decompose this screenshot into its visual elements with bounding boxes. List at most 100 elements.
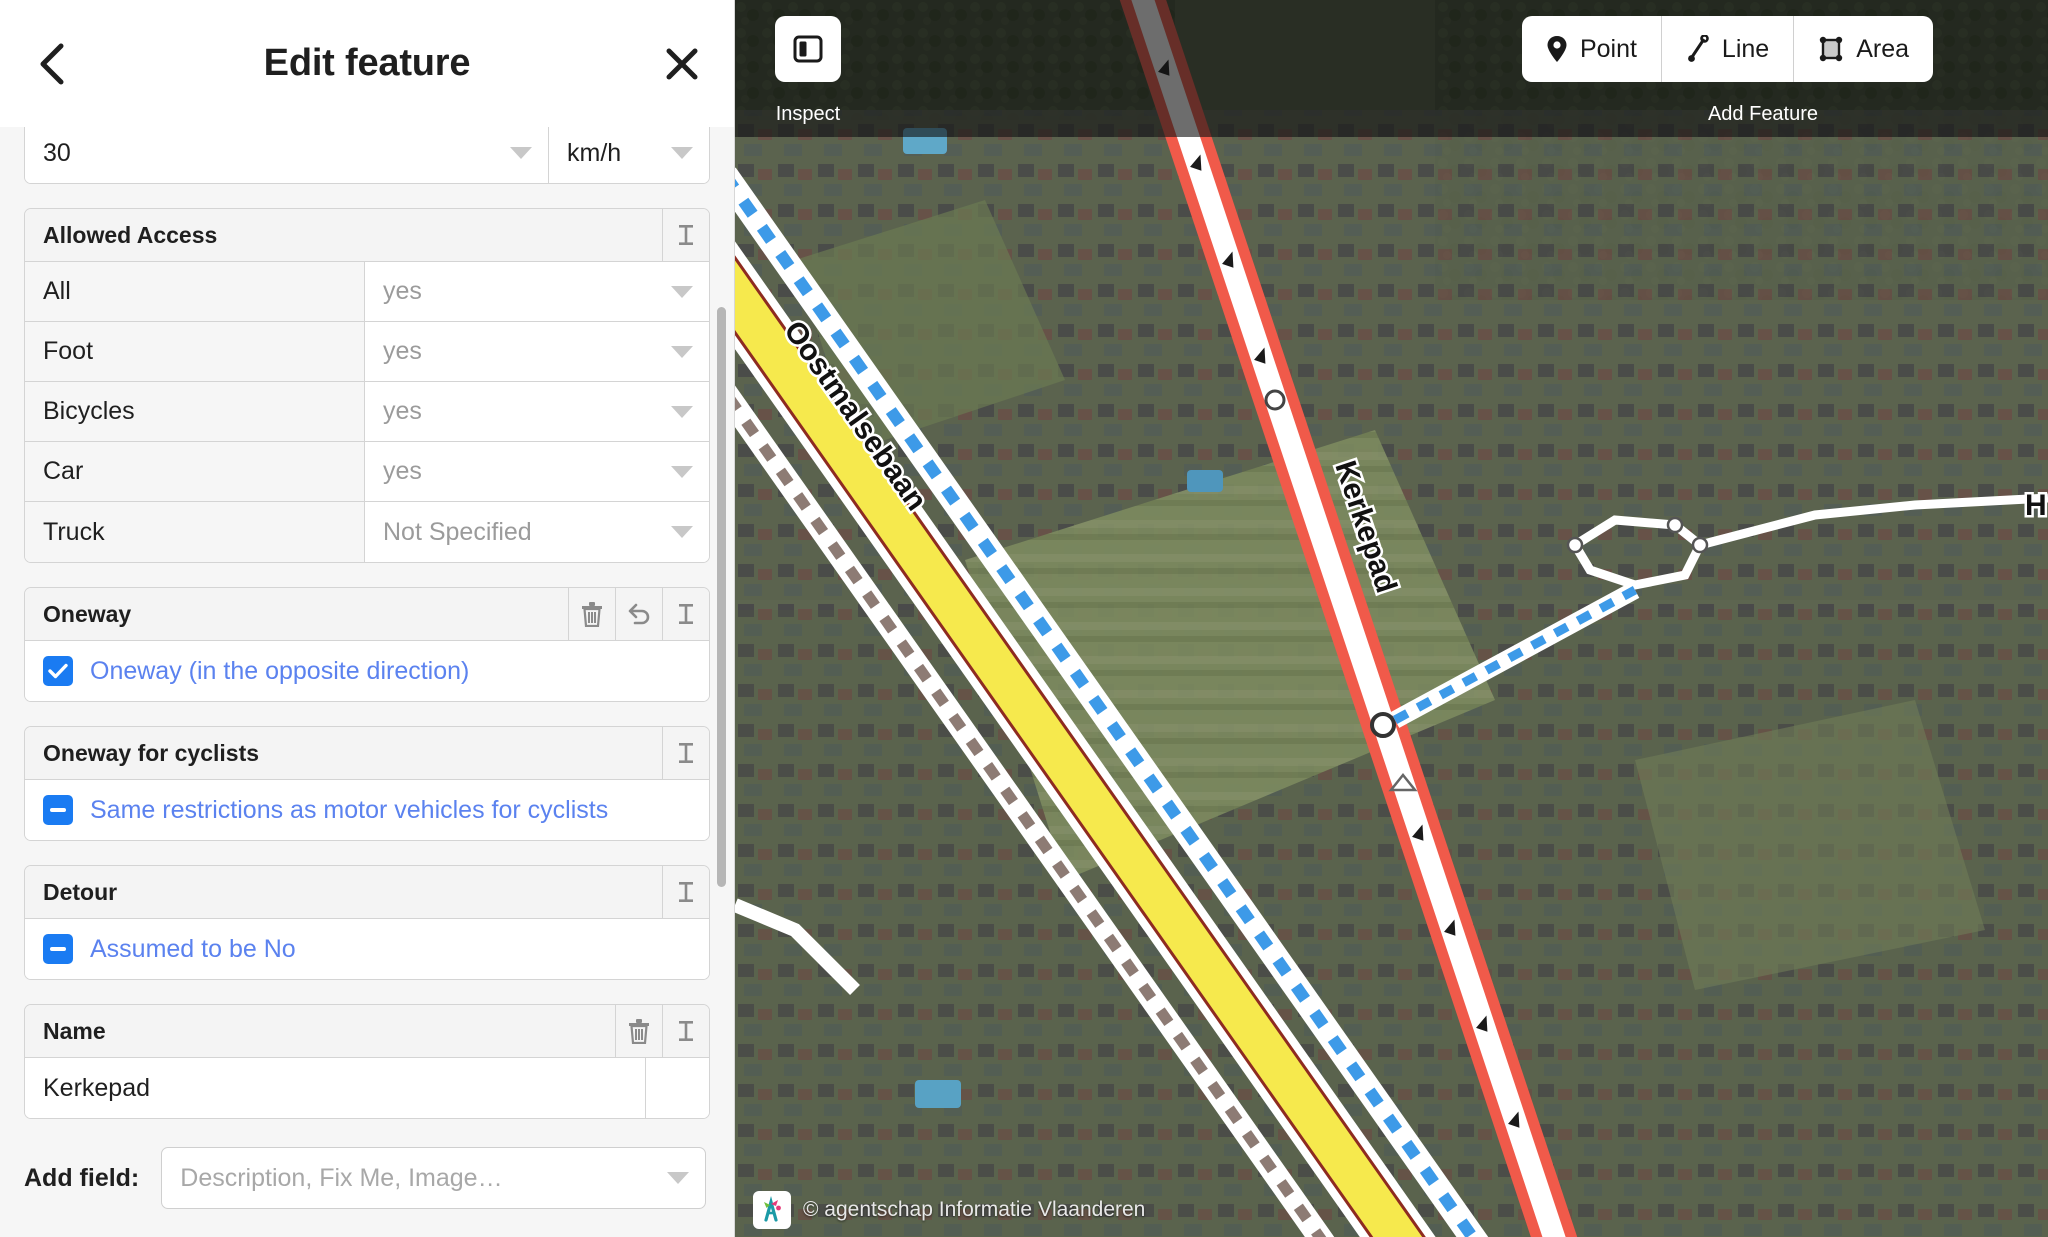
chevron-down-icon [671, 526, 693, 538]
row-value-select[interactable]: yes [365, 382, 709, 441]
field-detour: Detour Assumed to be No [24, 865, 710, 980]
table-row: Bicycles yes [25, 382, 709, 442]
name-input[interactable]: Kerkepad [25, 1058, 646, 1118]
field-label: Name [43, 1017, 106, 1044]
add-field-label: Add field: [24, 1163, 140, 1192]
row-label: Car [25, 442, 365, 501]
trash-icon [582, 602, 602, 627]
speed-limit-unit-select[interactable]: km/h [549, 127, 709, 183]
inspect-button[interactable] [775, 16, 841, 82]
map-pin-icon [1547, 36, 1567, 62]
field-label: Allowed Access [43, 221, 218, 248]
field-header: Oneway for cyclists [25, 727, 709, 780]
panel-scrollbar[interactable] [717, 307, 726, 887]
table-row: Truck Not Specified [25, 502, 709, 562]
close-button[interactable] [654, 36, 710, 92]
checkbox-indeterminate-icon[interactable] [43, 934, 73, 964]
row-value-select[interactable]: yes [365, 442, 709, 501]
delete-field-button[interactable] [568, 588, 615, 640]
info-icon [679, 1021, 693, 1041]
row-value: Not Specified [383, 517, 532, 546]
field-oneway-cyclists: Oneway for cyclists Same restrictions as… [24, 726, 710, 841]
field-oneway: Oneway Oneway (in the opposite direction… [24, 587, 710, 702]
table-row: Foot yes [25, 322, 709, 382]
speed-limit-value-select[interactable]: 30 [25, 127, 549, 183]
row-label: Foot [25, 322, 365, 381]
row-value-select[interactable]: yes [365, 322, 709, 381]
speed-limit-value: 30 [43, 138, 71, 167]
field-info-button[interactable] [662, 588, 709, 640]
row-value-select[interactable]: Not Specified [365, 502, 709, 562]
trash-icon [629, 1019, 649, 1044]
info-icon [679, 743, 693, 763]
chevron-down-icon [671, 405, 693, 418]
vlaanderen-logo-icon [753, 1191, 791, 1229]
line-vertex-icon [1688, 35, 1709, 62]
edit-feature-panel: Edit feature Speed Limit [0, 0, 735, 1237]
chevron-down-icon [671, 285, 693, 298]
add-line-label: Line [1721, 34, 1770, 63]
chevron-left-icon [40, 43, 64, 84]
add-area-button[interactable]: Area [1794, 16, 1933, 82]
chevron-down-icon [510, 147, 532, 159]
dash-icon [50, 808, 66, 812]
field-header: Detour [25, 866, 709, 919]
add-line-button[interactable]: Line [1662, 16, 1795, 82]
undo-field-button[interactable] [615, 588, 662, 640]
field-header: Oneway [25, 588, 709, 641]
add-point-button[interactable]: Point [1522, 16, 1662, 82]
inspect-label: Inspect [775, 103, 841, 125]
field-label: Oneway [43, 600, 132, 627]
map-canvas[interactable]: Oostmalsebaan Kerkepad H Inspect Point L… [735, 0, 2048, 1237]
row-value: yes [383, 397, 422, 425]
field-header: Name [25, 1005, 709, 1058]
area-polygon-icon [1819, 36, 1843, 62]
table-row: All yes [25, 262, 709, 322]
svg-text:H: H [2025, 489, 2047, 522]
field-label: Oneway for cyclists [43, 739, 260, 766]
checkbox-checked-icon[interactable] [43, 656, 73, 686]
close-icon [666, 48, 698, 79]
field-allowed-access: Allowed Access All yes Foot yes Bicycles… [24, 208, 710, 563]
row-label: Bicycles [25, 382, 365, 441]
add-field-placeholder: Description, Fix Me, Image… [180, 1163, 503, 1192]
row-label: All [25, 262, 365, 321]
dash-icon [50, 947, 66, 951]
panel-footer: Add field: Description, Fix Me, Image… [0, 1119, 734, 1237]
field-info-button[interactable] [662, 727, 709, 779]
add-area-label: Area [1856, 34, 1909, 63]
field-info-button[interactable] [662, 866, 709, 918]
add-feature-label: Add Feature [1707, 103, 1819, 125]
field-name: Name Kerkepad [24, 1004, 710, 1119]
back-button[interactable] [24, 36, 80, 92]
delete-field-button[interactable] [615, 1005, 662, 1057]
fields-scroll-area[interactable]: Speed Limit [0, 127, 734, 1119]
field-header: Allowed Access [25, 209, 709, 262]
check-icon [48, 663, 68, 679]
field-label: Detour [43, 878, 118, 905]
checkbox-indeterminate-icon[interactable] [43, 795, 73, 825]
speed-limit-row: 30 km/h [25, 127, 709, 183]
detour-checkbox-row[interactable]: Assumed to be No [25, 919, 709, 979]
table-row: Car yes [25, 442, 709, 502]
chevron-down-icon [667, 1172, 690, 1184]
checkbox-label: Same restrictions as motor vehicles for … [90, 795, 609, 824]
add-field-select[interactable]: Description, Fix Me, Image… [161, 1147, 707, 1209]
attribution-text: © agentschap Informatie Vlaanderen [803, 1198, 1146, 1221]
add-point-label: Point [1579, 34, 1637, 63]
row-label: Truck [25, 502, 365, 562]
page-title: Edit feature [263, 42, 471, 84]
row-value-select[interactable]: yes [365, 262, 709, 321]
checkbox-label: Oneway (in the opposite direction) [90, 656, 470, 685]
oneway-cyclists-checkbox-row[interactable]: Same restrictions as motor vehicles for … [25, 780, 709, 840]
aerial-imagery: Oostmalsebaan Kerkepad H [735, 0, 2048, 1237]
sidebar-toggle-icon [793, 35, 823, 63]
map-attribution: © agentschap Informatie Vlaanderen [753, 1191, 1145, 1229]
row-value: yes [383, 277, 422, 305]
chevron-down-icon [671, 147, 693, 159]
field-speed-limit: Speed Limit [24, 127, 710, 184]
oneway-checkbox-row[interactable]: Oneway (in the opposite direction) [25, 641, 709, 701]
name-row-spacer [646, 1058, 709, 1118]
field-info-button[interactable] [662, 209, 709, 261]
field-info-button[interactable] [662, 1005, 709, 1057]
